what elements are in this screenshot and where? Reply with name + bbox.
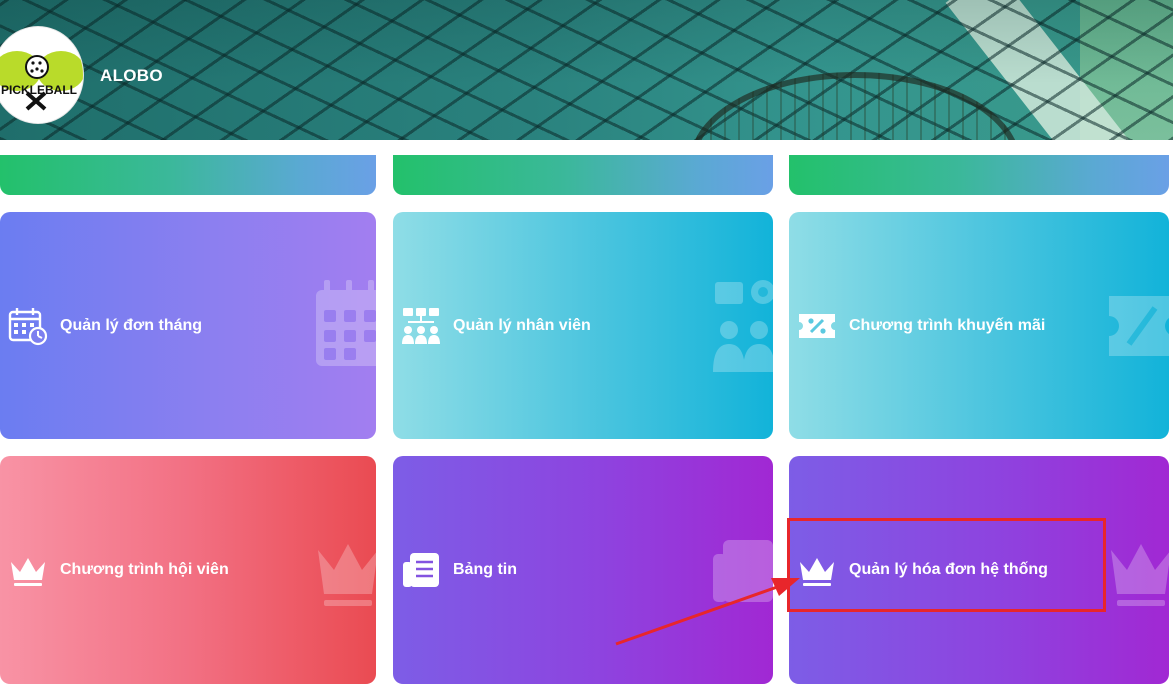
staff-bg-icon (713, 279, 773, 372)
banner-shade (0, 0, 1173, 140)
crown-bg-icon (1111, 544, 1169, 606)
newspaper-bg-icon (713, 540, 773, 602)
card-strip-3[interactable] (789, 155, 1169, 195)
brand-name: ALOBO (100, 66, 163, 85)
card-label: Bảng tin (453, 561, 517, 578)
card-strip-2[interactable] (393, 155, 773, 195)
newspaper-icon (403, 553, 439, 587)
discount-bg-icon (1109, 295, 1169, 356)
annotation-highlight-box (787, 518, 1106, 612)
staff-org-icon (402, 307, 440, 344)
card-label: Chương trình hội viên (60, 561, 229, 578)
calendar-clock-icon (8, 307, 48, 345)
card-promotions[interactable]: Chương trình khuyến mãi (789, 212, 1169, 439)
card-membership[interactable]: Chương trình hội viên (0, 456, 376, 684)
card-monthly-orders[interactable]: Quản lý đơn tháng (0, 212, 376, 439)
card-strip-1[interactable] (0, 155, 376, 195)
crown-bg-icon (318, 544, 376, 606)
calendar-bg-icon (316, 279, 376, 366)
card-label: Quản lý nhân viên (453, 316, 591, 334)
card-news-board[interactable]: Bảng tin (393, 456, 773, 684)
card-label: Quản lý đơn tháng (60, 316, 203, 334)
card-label: Chương trình khuyến mãi (849, 316, 1046, 334)
header-banner: PICKLEBALL ALOBO (0, 0, 1173, 140)
discount-ticket-icon (799, 313, 835, 338)
card-staff-management[interactable]: Quản lý nhân viên (393, 212, 773, 439)
logo-text: PICKLEBALL (1, 83, 77, 97)
crown-icon (11, 558, 45, 586)
